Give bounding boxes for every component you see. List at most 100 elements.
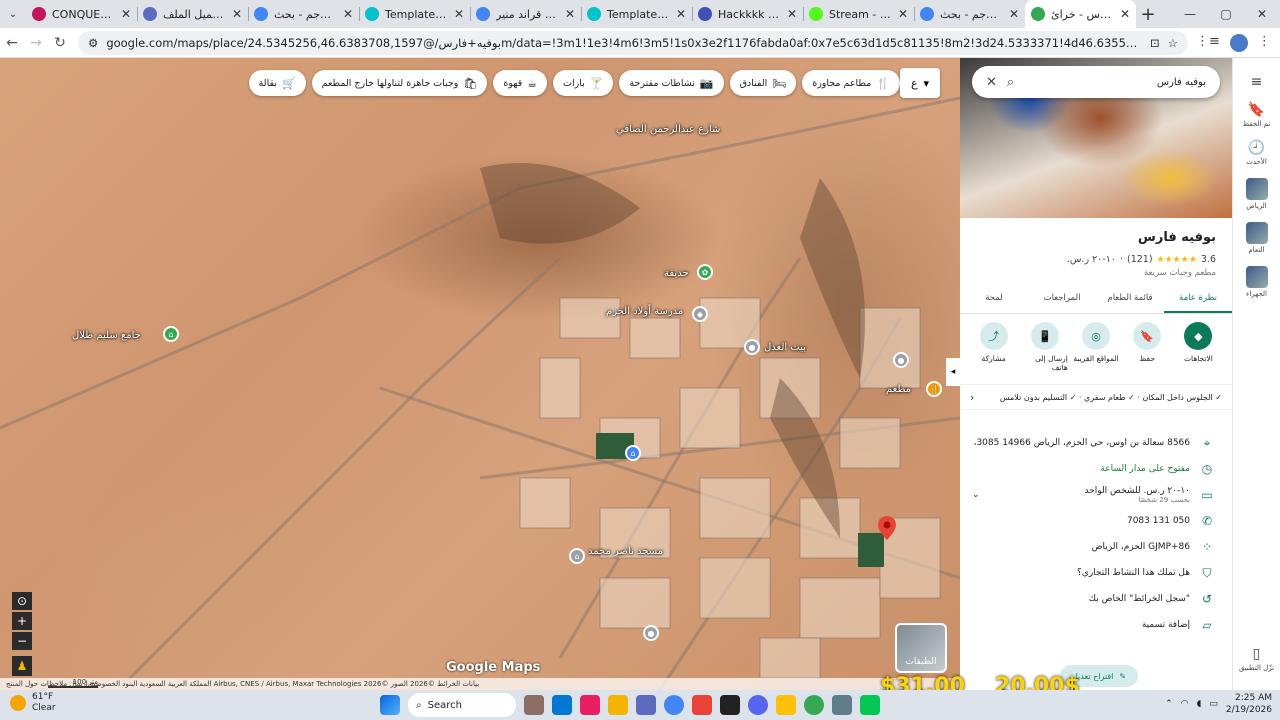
app-icon[interactable] [832,695,852,715]
app-icon[interactable] [692,695,712,715]
minimize-button[interactable]: — [1172,0,1208,28]
install-icon[interactable]: ⊡ [1150,36,1160,50]
rail-item[interactable]: النعام [1233,222,1280,254]
app-icon[interactable] [776,695,796,715]
extensions-icon[interactable]: ⋮≡ [1196,34,1220,52]
phone-row[interactable]: ✆ 050 131 7083 [960,508,1232,534]
chevron-down-icon[interactable]: ⌄ [972,490,980,500]
place-tab[interactable]: المراجعات [1028,288,1096,313]
close-tab-icon[interactable]: ✕ [232,7,242,21]
close-tab-icon[interactable]: ✕ [1009,7,1019,21]
hours-row[interactable]: ◷ مفتوح على مدار الساعة [960,456,1232,482]
folder-icon[interactable] [608,695,628,715]
tab-search-button[interactable]: ⌄ [0,0,26,28]
edge-icon[interactable] [552,695,572,715]
browser-tab[interactable]: Stream - Kick Das ✕ [803,0,914,28]
chrome-icon[interactable] [664,695,684,715]
place-tab[interactable]: لمحة [960,288,1028,313]
category-chip[interactable]: الفنادق 🛏 [729,70,797,96]
my-location-button[interactable]: ⊙ [12,592,32,610]
map-canvas[interactable]: بقالة 🛒 وجبات جاهزة لتناولها خارج المطعم 🛍 ق… [0,58,960,690]
close-tab-icon[interactable]: ✕ [343,7,353,21]
category-chip[interactable]: نشاطات مقترحة 📷 [619,70,724,96]
zoom-in-button[interactable]: + [12,612,32,630]
back-button[interactable]: ← [0,35,24,51]
new-tab-button[interactable]: + [1136,4,1160,25]
price-row[interactable]: ▭ ١٠-٢٠ ر.س. للشخص الواحد بحسب 29 شخصًا ⌄ [960,482,1232,508]
chevron-up-icon[interactable]: ⌃ [1165,699,1173,709]
wifi-icon[interactable]: ◠ [1181,699,1189,709]
plus-code-row[interactable]: ⁘ GJMP+86 الحزم، الرياض [960,534,1232,560]
search-input[interactable]: بوفيه فارس [1024,77,1206,88]
forward-button[interactable]: → [24,35,48,51]
place-tab[interactable]: قائمة الطعام [1096,288,1164,313]
clock[interactable]: 2:25 AM 2/19/2026 [1226,692,1272,716]
rail-item[interactable]: الرياض [1233,178,1280,210]
claim-row[interactable]: ⛉ هل تملك هذا النشاط التجاري؟ [960,560,1232,586]
collapse-panel-button[interactable]: ◂ [946,358,960,386]
browser-tab[interactable]: Templates - Canva ✕ [359,0,470,28]
place-pin[interactable]: ● [643,625,659,641]
history-row[interactable]: ↺ "سجل الخرائط" الخاص بك [960,586,1232,612]
taskbar-search[interactable]: ⌕ Search [408,693,516,717]
address-row[interactable]: ⌖ 8566 سعالة بن اوس، حي الحزم، الرياض 14… [960,430,1232,456]
chrome-icon[interactable] [804,695,824,715]
pegman-icon[interactable]: ♟ [12,656,32,676]
place-action-button[interactable]: ◆ الاتجاهات [1175,322,1221,372]
discord-icon[interactable] [748,695,768,715]
place-action-button[interactable]: 📱 إرسال إلى هاتف [1022,322,1068,372]
place-pin[interactable]: ● [893,352,909,368]
weather-widget[interactable]: 61°F Clear [10,692,56,714]
category-chip[interactable]: بقالة 🛒 [248,70,306,96]
close-icon[interactable]: ✕ [986,75,997,90]
label-row[interactable]: ▱ إضافة تسمية [960,612,1232,638]
avatar[interactable] [1229,33,1248,52]
restaurant-pin[interactable]: 🍴 [926,381,942,397]
place-category[interactable]: مطعم وجبات سريعة [1144,268,1216,278]
category-chip[interactable]: بارات 🍸 [553,70,614,96]
school-pin[interactable]: ◆ [692,306,708,322]
reload-button[interactable]: ↻ [48,35,72,51]
mosque-pin[interactable]: ⌂ [163,326,179,342]
place-action-button[interactable]: ◎ المواقع القريبة [1073,322,1119,372]
app-icon[interactable] [636,695,656,715]
category-chip[interactable]: قهوة ☕ [493,70,548,96]
browser-tab[interactable]: مترجم - بحث Google ✕ [248,0,359,28]
zoom-out-button[interactable]: − [12,632,32,650]
browser-tab[interactable]: مترجم - بحث Google ✕ [914,0,1025,28]
rail-menu-button[interactable]: ≡ [1233,74,1280,90]
widget-icon[interactable] [524,695,544,715]
review-count[interactable]: (121) [1127,254,1153,265]
start-icon[interactable] [380,695,400,715]
category-chip[interactable]: مطاعم مجاورة 🍴 [802,70,900,96]
rail-item[interactable]: 🕘 الأحدث [1233,140,1280,166]
browser-tab[interactable]: بوفيه فارس - خرائ ✕ [1025,0,1136,28]
mosque-pin[interactable]: ⌂ [569,548,585,564]
close-tab-icon[interactable]: ✕ [454,7,464,21]
close-tab-icon[interactable]: ✕ [121,7,131,21]
map-language-button[interactable]: ع ▾ [900,68,940,98]
place-action-button[interactable]: ⤴ مشاركة [971,322,1017,372]
terminal-icon[interactable] [720,695,740,715]
close-tab-icon[interactable]: ✕ [787,7,797,21]
park-pin[interactable]: ✿ [697,264,713,280]
close-tab-icon[interactable]: ✕ [565,7,575,21]
rail-item[interactable]: 🔖 تم الحفظ [1233,102,1280,128]
layers-button[interactable]: الطبقات [895,623,947,673]
copilot-icon[interactable] [580,695,600,715]
rail-item[interactable]: الجهراء [1233,266,1280,298]
selected-place-pin[interactable] [878,516,896,540]
browser-tab[interactable]: Templates - Canva ✕ [581,0,692,28]
close-tab-icon[interactable]: ✕ [898,7,908,21]
close-tab-icon[interactable]: ✕ [1120,7,1130,21]
building-pin[interactable]: ⌂ [625,445,641,461]
chevron-left-icon[interactable]: ‹ [970,391,974,404]
browser-tab[interactable]: CONQUER - RMO ✕ [26,0,137,28]
site-info-icon[interactable]: ⚙ [88,36,98,50]
browser-tab[interactable]: ايم بوت قراند منير ✕ [470,0,581,28]
browser-menu-icon[interactable]: ⋮ [1258,34,1271,52]
url-field[interactable]: ⚙ google.com/maps/place/بوفيه+فارس/@24.5… [78,30,1188,55]
place-pin[interactable]: ● [744,339,760,355]
app-icon[interactable] [860,695,880,715]
search-icon[interactable]: ⌕ [1007,75,1014,90]
